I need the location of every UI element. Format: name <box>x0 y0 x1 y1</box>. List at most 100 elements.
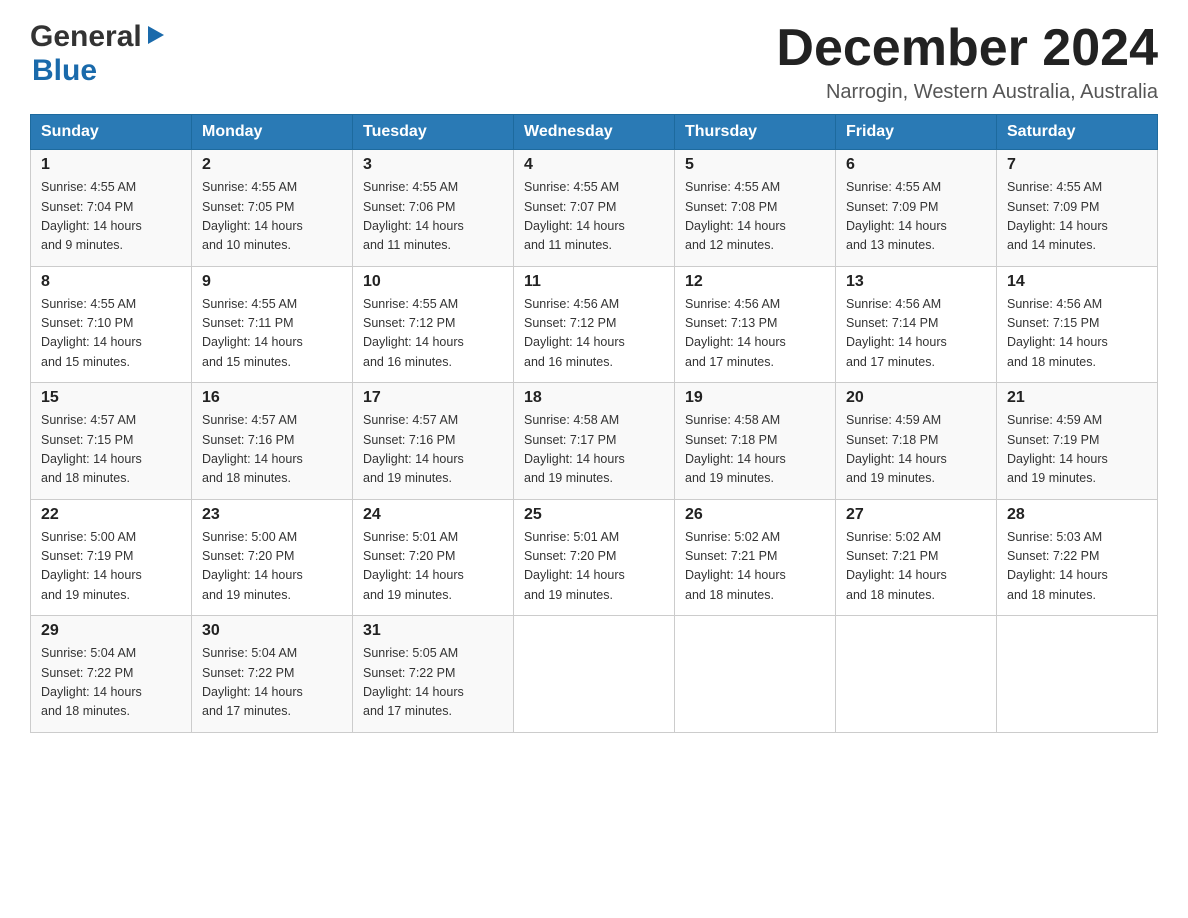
calendar-day-27: 27 Sunrise: 5:02 AMSunset: 7:21 PMDayligh… <box>836 499 997 616</box>
day-info: Sunrise: 4:56 AMSunset: 7:15 PMDaylight:… <box>1007 295 1147 373</box>
day-info: Sunrise: 4:55 AMSunset: 7:08 PMDaylight:… <box>685 178 825 256</box>
day-number: 22 <box>41 506 181 524</box>
day-number: 29 <box>41 622 181 640</box>
calendar-day-6: 6Sunrise: 4:55 AMSunset: 7:09 PMDaylight… <box>836 150 997 267</box>
day-info: Sunrise: 4:55 AMSunset: 7:06 PMDaylight:… <box>363 178 503 256</box>
day-number: 11 <box>524 273 664 291</box>
day-info: Sunrise: 4:57 AMSunset: 7:16 PMDaylight:… <box>363 411 503 489</box>
day-info: Sunrise: 5:04 AMSunset: 7:22 PMDaylight:… <box>41 644 181 722</box>
calendar-day-17: 17 Sunrise: 4:57 AMSunset: 7:16 PMDayligh… <box>353 383 514 500</box>
logo-arrow-icon <box>144 24 166 46</box>
day-number: 20 <box>846 389 986 407</box>
day-number: 24 <box>363 506 503 524</box>
calendar-day-26: 26 Sunrise: 5:02 AMSunset: 7:21 PMDayligh… <box>675 499 836 616</box>
day-info: Sunrise: 4:55 AMSunset: 7:12 PMDaylight:… <box>363 295 503 373</box>
day-number: 26 <box>685 506 825 524</box>
calendar-day-16: 16 Sunrise: 4:57 AMSunset: 7:16 PMDayligh… <box>192 383 353 500</box>
day-info: Sunrise: 4:55 AMSunset: 7:11 PMDaylight:… <box>202 295 342 373</box>
day-number: 17 <box>363 389 503 407</box>
col-wednesday: Wednesday <box>514 115 675 150</box>
day-info: Sunrise: 5:02 AMSunset: 7:21 PMDaylight:… <box>685 528 825 606</box>
calendar-day-30: 30 Sunrise: 5:04 AMSunset: 7:22 PMDayligh… <box>192 616 353 733</box>
col-monday: Monday <box>192 115 353 150</box>
day-info: Sunrise: 4:57 AMSunset: 7:16 PMDaylight:… <box>202 411 342 489</box>
day-number: 30 <box>202 622 342 640</box>
location-subtitle: Narrogin, Western Australia, Australia <box>776 81 1158 104</box>
calendar-header-row: Sunday Monday Tuesday Wednesday Thursday… <box>31 115 1158 150</box>
logo: General Blue <box>30 20 166 88</box>
day-number: 3 <box>363 156 503 174</box>
logo-blue-text: Blue <box>32 54 97 87</box>
day-info: Sunrise: 4:58 AMSunset: 7:18 PMDaylight:… <box>685 411 825 489</box>
day-number: 13 <box>846 273 986 291</box>
calendar-week-4: 22Sunrise: 5:00 AMSunset: 7:19 PMDayligh… <box>31 499 1158 616</box>
calendar-week-2: 8 Sunrise: 4:55 AMSunset: 7:10 PMDaylight… <box>31 266 1158 383</box>
day-number: 9 <box>202 273 342 291</box>
day-info: Sunrise: 5:05 AMSunset: 7:22 PMDaylight:… <box>363 644 503 722</box>
calendar-day-3: 3 Sunrise: 4:55 AMSunset: 7:06 PMDaylight… <box>353 150 514 267</box>
logo-general-text: General <box>30 20 142 54</box>
calendar-week-3: 15 Sunrise: 4:57 AMSunset: 7:15 PMDayligh… <box>31 383 1158 500</box>
calendar-day-29: 29 Sunrise: 5:04 AMSunset: 7:22 PMDayligh… <box>31 616 192 733</box>
day-info: Sunrise: 4:55 AMSunset: 7:05 PMDaylight:… <box>202 178 342 256</box>
calendar-day-12: 12Sunrise: 4:56 AMSunset: 7:13 PMDayligh… <box>675 266 836 383</box>
day-number: 27 <box>846 506 986 524</box>
calendar-day-11: 11 Sunrise: 4:56 AMSunset: 7:12 PMDayligh… <box>514 266 675 383</box>
calendar-day-7: 7 Sunrise: 4:55 AMSunset: 7:09 PMDaylight… <box>997 150 1158 267</box>
day-info: Sunrise: 5:03 AMSunset: 7:22 PMDaylight:… <box>1007 528 1147 606</box>
calendar-day-22: 22Sunrise: 5:00 AMSunset: 7:19 PMDayligh… <box>31 499 192 616</box>
calendar-day-13: 13 Sunrise: 4:56 AMSunset: 7:14 PMDayligh… <box>836 266 997 383</box>
day-info: Sunrise: 4:56 AMSunset: 7:12 PMDaylight:… <box>524 295 664 373</box>
day-number: 19 <box>685 389 825 407</box>
day-number: 4 <box>524 156 664 174</box>
calendar-day-21: 21 Sunrise: 4:59 AMSunset: 7:19 PMDayligh… <box>997 383 1158 500</box>
day-number: 28 <box>1007 506 1147 524</box>
day-info: Sunrise: 5:04 AMSunset: 7:22 PMDaylight:… <box>202 644 342 722</box>
day-info: Sunrise: 4:56 AMSunset: 7:14 PMDaylight:… <box>846 295 986 373</box>
day-info: Sunrise: 4:57 AMSunset: 7:15 PMDaylight:… <box>41 411 181 489</box>
calendar-day-28: 28 Sunrise: 5:03 AMSunset: 7:22 PMDayligh… <box>997 499 1158 616</box>
day-info: Sunrise: 4:55 AMSunset: 7:10 PMDaylight:… <box>41 295 181 373</box>
calendar-day-8: 8 Sunrise: 4:55 AMSunset: 7:10 PMDaylight… <box>31 266 192 383</box>
calendar-day-14: 14Sunrise: 4:56 AMSunset: 7:15 PMDayligh… <box>997 266 1158 383</box>
month-title: December 2024 <box>776 20 1158 77</box>
calendar-day-15: 15 Sunrise: 4:57 AMSunset: 7:15 PMDayligh… <box>31 383 192 500</box>
empty-cell <box>675 616 836 733</box>
day-info: Sunrise: 4:55 AMSunset: 7:09 PMDaylight:… <box>846 178 986 256</box>
calendar-day-1: 1Sunrise: 4:55 AMSunset: 7:04 PMDaylight… <box>31 150 192 267</box>
calendar-week-5: 29 Sunrise: 5:04 AMSunset: 7:22 PMDayligh… <box>31 616 1158 733</box>
day-number: 8 <box>41 273 181 291</box>
page-header: General Blue December 2024 Narrogin, Wes… <box>30 20 1158 104</box>
day-info: Sunrise: 4:56 AMSunset: 7:13 PMDaylight:… <box>685 295 825 373</box>
calendar-day-25: 25Sunrise: 5:01 AMSunset: 7:20 PMDayligh… <box>514 499 675 616</box>
day-number: 5 <box>685 156 825 174</box>
col-sunday: Sunday <box>31 115 192 150</box>
empty-cell <box>997 616 1158 733</box>
empty-cell <box>836 616 997 733</box>
day-info: Sunrise: 4:55 AMSunset: 7:07 PMDaylight:… <box>524 178 664 256</box>
calendar-day-4: 4 Sunrise: 4:55 AMSunset: 7:07 PMDaylight… <box>514 150 675 267</box>
col-saturday: Saturday <box>997 115 1158 150</box>
day-info: Sunrise: 5:02 AMSunset: 7:21 PMDaylight:… <box>846 528 986 606</box>
day-number: 10 <box>363 273 503 291</box>
day-number: 31 <box>363 622 503 640</box>
day-info: Sunrise: 4:59 AMSunset: 7:18 PMDaylight:… <box>846 411 986 489</box>
calendar-day-9: 9 Sunrise: 4:55 AMSunset: 7:11 PMDaylight… <box>192 266 353 383</box>
day-info: Sunrise: 4:55 AMSunset: 7:04 PMDaylight:… <box>41 178 181 256</box>
day-info: Sunrise: 4:58 AMSunset: 7:17 PMDaylight:… <box>524 411 664 489</box>
calendar-day-5: 5 Sunrise: 4:55 AMSunset: 7:08 PMDaylight… <box>675 150 836 267</box>
day-number: 15 <box>41 389 181 407</box>
calendar-day-19: 19 Sunrise: 4:58 AMSunset: 7:18 PMDayligh… <box>675 383 836 500</box>
day-info: Sunrise: 5:01 AMSunset: 7:20 PMDaylight:… <box>524 528 664 606</box>
day-number: 21 <box>1007 389 1147 407</box>
day-number: 18 <box>524 389 664 407</box>
day-number: 23 <box>202 506 342 524</box>
calendar-table: Sunday Monday Tuesday Wednesday Thursday… <box>30 114 1158 733</box>
calendar-day-31: 31 Sunrise: 5:05 AMSunset: 7:22 PMDayligh… <box>353 616 514 733</box>
col-tuesday: Tuesday <box>353 115 514 150</box>
day-info: Sunrise: 4:55 AMSunset: 7:09 PMDaylight:… <box>1007 178 1147 256</box>
col-thursday: Thursday <box>675 115 836 150</box>
day-info: Sunrise: 4:59 AMSunset: 7:19 PMDaylight:… <box>1007 411 1147 489</box>
day-number: 16 <box>202 389 342 407</box>
day-number: 7 <box>1007 156 1147 174</box>
